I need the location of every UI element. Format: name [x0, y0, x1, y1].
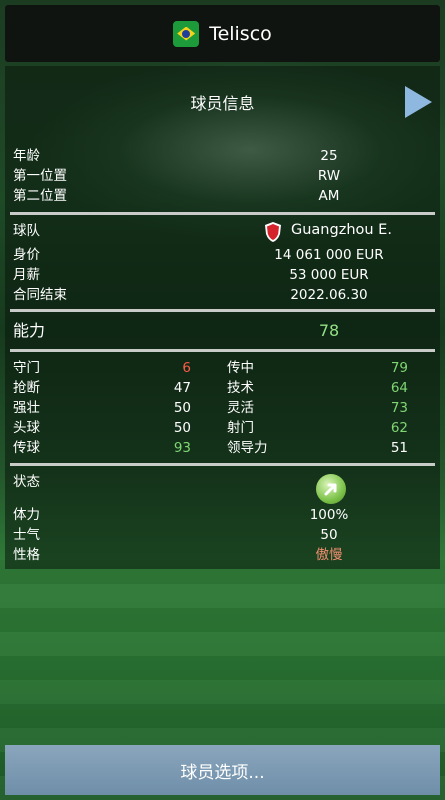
attr-goalkeeping-value: 6 — [182, 360, 191, 376]
secondary-position-value: AM — [318, 188, 340, 204]
primary-position-value: RW — [317, 168, 341, 184]
divider — [10, 349, 435, 352]
panel-title: 球员信息 — [190, 94, 255, 113]
contract-end-value: 2022.06.30 — [290, 287, 368, 303]
top-bar: Telisco — [5, 5, 440, 62]
ability-value: 78 — [318, 321, 340, 340]
market-value-label: 身价 — [13, 247, 40, 263]
salary-value: 53 000 EUR — [289, 267, 369, 283]
team-label: 球队 — [13, 223, 40, 239]
personality-label: 性格 — [13, 547, 40, 563]
attr-shooting-label: 射门 — [227, 420, 254, 436]
attr-agility-label: 灵活 — [227, 400, 254, 416]
attr-tackling-value: 47 — [173, 380, 191, 396]
attr-leadership-value: 51 — [390, 440, 408, 456]
attr-crossing-value: 79 — [390, 360, 408, 376]
player-options-button[interactable]: 球员选项... — [5, 745, 440, 795]
attr-shooting-value: 62 — [390, 420, 408, 436]
trend-up-arrow-icon[interactable] — [316, 474, 346, 504]
team-value[interactable]: Guangzhou E. — [291, 221, 392, 240]
salary-label: 月薪 — [13, 267, 40, 283]
attr-crossing-label: 传中 — [227, 360, 254, 376]
morale-label: 士气 — [13, 527, 40, 543]
attr-agility-value: 73 — [390, 400, 408, 416]
attr-strength-label: 强壮 — [13, 400, 40, 416]
primary-position-label: 第一位置 — [13, 168, 67, 184]
market-value-value: 14 061 000 EUR — [274, 247, 384, 263]
divider — [10, 463, 435, 466]
attr-passing-label: 传球 — [13, 440, 40, 456]
age-value: 25 — [320, 148, 338, 164]
player-options-label: 球员选项... — [180, 762, 265, 783]
ability-label: 能力 — [13, 321, 46, 340]
player-info-panel: 球员信息 年龄 25 第一位置 RW 第二位置 AM 球队 Guangzhou … — [5, 66, 440, 569]
play-arrow-icon[interactable] — [405, 86, 432, 118]
divider — [10, 212, 435, 215]
attr-tackling-label: 抢断 — [13, 380, 40, 396]
morale-value: 50 — [320, 527, 338, 543]
attr-goalkeeping-label: 守门 — [13, 360, 40, 376]
age-label: 年龄 — [13, 148, 40, 164]
player-name: Telisco — [209, 22, 272, 45]
attr-passing-value: 93 — [173, 440, 191, 456]
stamina-label: 体力 — [13, 507, 40, 523]
team-shield-icon — [265, 222, 281, 242]
attr-leadership-label: 领导力 — [227, 440, 268, 456]
brazil-flag-icon — [173, 20, 200, 47]
attr-heading-value: 50 — [173, 420, 191, 436]
divider — [10, 309, 435, 312]
personality-value: 傲慢 — [315, 547, 343, 563]
contract-end-label: 合同结束 — [13, 287, 67, 303]
status-label: 状态 — [13, 474, 40, 490]
attr-technique-value: 64 — [390, 380, 408, 396]
attr-heading-label: 头球 — [13, 420, 40, 436]
panel-header: 球员信息 — [5, 66, 440, 138]
secondary-position-label: 第二位置 — [13, 188, 67, 204]
stamina-value: 100% — [309, 507, 349, 523]
attr-technique-label: 技术 — [227, 380, 254, 396]
attr-strength-value: 50 — [173, 400, 191, 416]
